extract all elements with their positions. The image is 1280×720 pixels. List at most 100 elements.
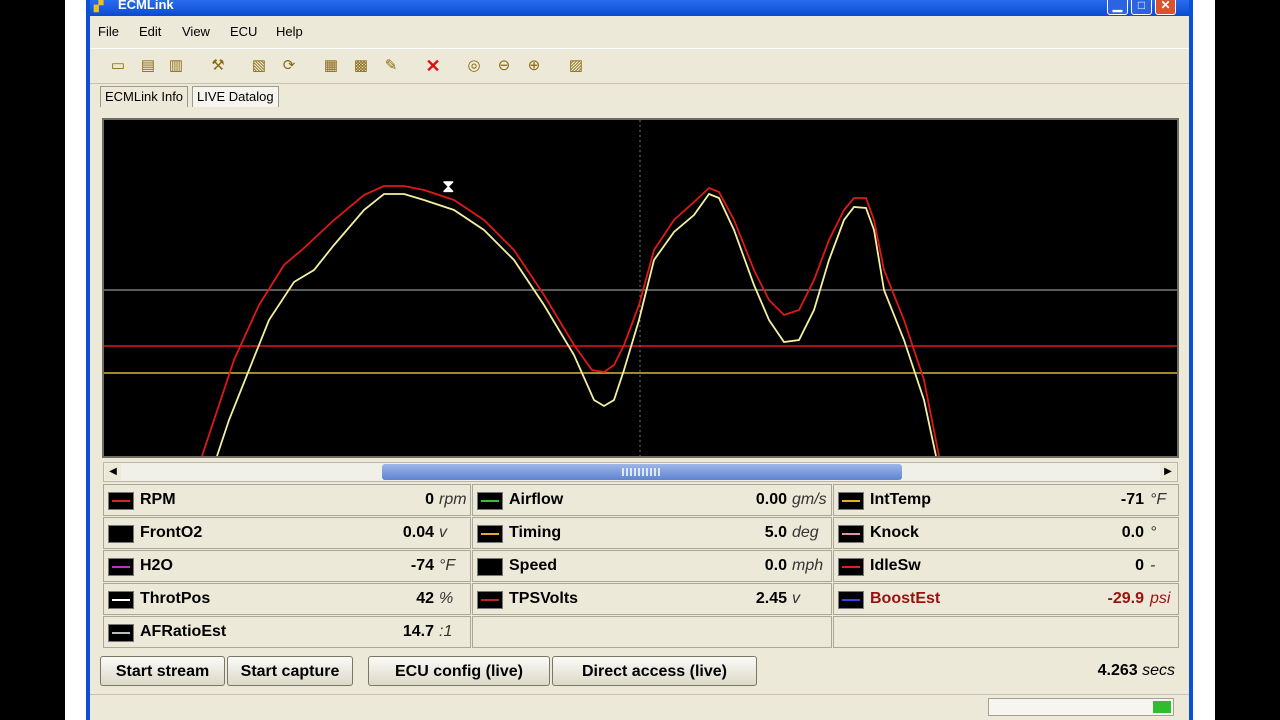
status-bar — [90, 694, 1189, 720]
close-button[interactable]: ✕ — [1155, 0, 1176, 15]
channel-tpsvolts[interactable]: TPSVolts 2.45 v — [472, 583, 832, 615]
swatch-rpm — [108, 492, 134, 510]
menu-help[interactable]: Help — [276, 24, 303, 39]
chart-icon[interactable]: ▨ — [566, 56, 586, 76]
channel-name-boostest: BoostEst — [870, 590, 941, 607]
refresh-icon[interactable]: ⟳ — [279, 56, 299, 76]
swatch-knock — [838, 525, 864, 543]
maximize-button[interactable]: □ — [1131, 0, 1152, 15]
swatch-boostest — [838, 591, 864, 609]
channel-unit-timing: deg — [792, 524, 819, 541]
start-stream-button[interactable]: Start stream — [100, 656, 225, 686]
zoom-out-icon[interactable]: ⊖ — [494, 56, 514, 76]
channel-value-airflow: 0.00 — [755, 491, 787, 508]
channel-value-throtpos: 42 — [416, 590, 434, 607]
channel-inttemp[interactable]: IntTemp -71 °F — [833, 484, 1179, 516]
channel-unit-fronto2: v — [439, 524, 447, 541]
tools-icon[interactable]: ⚒ — [208, 56, 228, 76]
progress-bar — [988, 698, 1174, 716]
channel-airflow[interactable]: Airflow 0.00 gm/s — [472, 484, 832, 516]
channel-value-h2o: -74 — [410, 557, 434, 574]
channel-name-rpm: RPM — [140, 491, 176, 508]
tab-strip: ECMLink Info LIVE Datalog — [90, 84, 1189, 110]
channel-afratioest[interactable]: AFRatioEst 14.7 :1 — [103, 616, 471, 648]
hourglass-cursor-icon: ⧗ — [442, 176, 455, 197]
tune-tools-icon[interactable]: ✎ — [381, 56, 401, 76]
action-buttons: Start stream Start capture ECU config (l… — [90, 652, 1189, 688]
white-border-right — [1193, 0, 1215, 720]
menu-edit[interactable]: Edit — [139, 24, 161, 39]
channel-unit-rpm: rpm — [439, 491, 467, 508]
channel-throtpos[interactable]: ThrotPos 42 % — [103, 583, 471, 615]
minimize-button[interactable]: ▁ — [1107, 0, 1128, 15]
toolbar: ▭ ▤ ▥ ⚒ ▧ ⟳ ▦ ▩ ✎ ✕ ◎ ⊖ ⊕ ▨ — [90, 48, 1189, 84]
time-value: 4.263 — [1097, 662, 1138, 679]
map-edit-icon[interactable]: ▦ — [321, 56, 341, 76]
channel-name-knock: Knock — [870, 524, 919, 541]
swatch-line-boostest — [842, 599, 860, 601]
map-grid-icon[interactable]: ▩ — [351, 56, 371, 76]
direct-access-button[interactable]: Direct access (live) — [552, 656, 757, 686]
red-trace — [201, 185, 940, 456]
swatch-line-airflow — [481, 500, 499, 502]
channel-empty-3 — [833, 616, 1179, 648]
progress-fill — [1152, 701, 1171, 713]
channel-value-knock: 0.0 — [1121, 524, 1144, 541]
save-all-icon[interactable]: ▥ — [166, 56, 186, 76]
menu-ecu[interactable]: ECU — [230, 24, 257, 39]
menu-view[interactable]: View — [182, 24, 210, 39]
channel-name-inttemp: IntTemp — [870, 491, 932, 508]
channel-speed[interactable]: Speed 0.0 mph — [472, 550, 832, 582]
tab-ecmlink-info[interactable]: ECMLink Info — [100, 86, 189, 107]
channel-name-speed: Speed — [509, 557, 558, 574]
channel-unit-boostest: psi — [1150, 590, 1171, 607]
channel-value-inttemp: -71 — [1120, 491, 1144, 508]
channel-value-speed: 0.0 — [764, 557, 787, 574]
channel-value-fronto2: 0.04 — [402, 524, 434, 541]
menu-file[interactable]: File — [98, 24, 119, 39]
title-bar: ▞ ECMLink ▁ □ ✕ — [90, 0, 1189, 16]
channel-h2o[interactable]: H2O -74 °F — [103, 550, 471, 582]
swatch-line-rpm — [112, 500, 130, 502]
channel-knock[interactable]: Knock 0.0 ° — [833, 517, 1179, 549]
channel-unit-speed: mph — [792, 557, 824, 574]
channel-empty-2 — [472, 616, 832, 648]
swatch-line-inttemp — [842, 500, 860, 502]
channel-unit-inttemp: °F — [1150, 491, 1167, 508]
zoom-in-icon[interactable]: ⊕ — [524, 56, 544, 76]
ecu-config-button[interactable]: ECU config (live) — [368, 656, 550, 686]
swatch-line-timing — [481, 533, 499, 535]
channel-rpm[interactable]: RPM 0 rpm — [103, 484, 471, 516]
tab-live-datalog[interactable]: LIVE Datalog — [192, 86, 279, 107]
load-map-icon[interactable]: ▧ — [249, 56, 269, 76]
channel-name-throtpos: ThrotPos — [140, 590, 211, 607]
save-icon[interactable]: ▤ — [138, 56, 158, 76]
swatch-idlesw — [838, 558, 864, 576]
swatch-throtpos — [108, 591, 134, 609]
scroll-left-icon[interactable]: ◀ — [105, 464, 121, 480]
channel-fronto2[interactable]: FrontO2 0.04 v — [103, 517, 471, 549]
open-folder-icon[interactable]: ▭ — [108, 56, 128, 76]
channel-value-tpsvolts: 2.45 — [755, 590, 787, 607]
zoom-actual-icon[interactable]: ◎ — [464, 56, 484, 76]
app-window: ▞ ECMLink ▁ □ ✕ File Edit View ECU Help … — [86, 0, 1193, 720]
delete-icon[interactable]: ✕ — [423, 56, 443, 76]
white-border-left — [65, 0, 86, 720]
channel-timing[interactable]: Timing 5.0 deg — [472, 517, 832, 549]
scroll-right-icon[interactable]: ▶ — [1160, 464, 1176, 480]
swatch-timing — [477, 525, 503, 543]
horizontal-scrollbar[interactable]: ◀ ▶ — [103, 462, 1178, 482]
swatch-airflow — [477, 492, 503, 510]
channel-unit-knock: ° — [1150, 524, 1157, 541]
swatch-line-h2o — [112, 566, 130, 568]
channel-idlesw[interactable]: IdleSw 0 - — [833, 550, 1179, 582]
start-capture-button[interactable]: Start capture — [227, 656, 353, 686]
channel-value-afratioest: 14.7 — [402, 623, 434, 640]
swatch-line-knock — [842, 533, 860, 535]
scroll-thumb[interactable] — [382, 464, 902, 480]
channel-unit-h2o: °F — [439, 557, 456, 574]
swatch-inttemp — [838, 492, 864, 510]
channel-name-afratioest: AFRatioEst — [140, 623, 227, 640]
datalog-graph[interactable]: ⧗ — [102, 118, 1179, 458]
channel-boostest[interactable]: BoostEst -29.9 psi — [833, 583, 1179, 615]
